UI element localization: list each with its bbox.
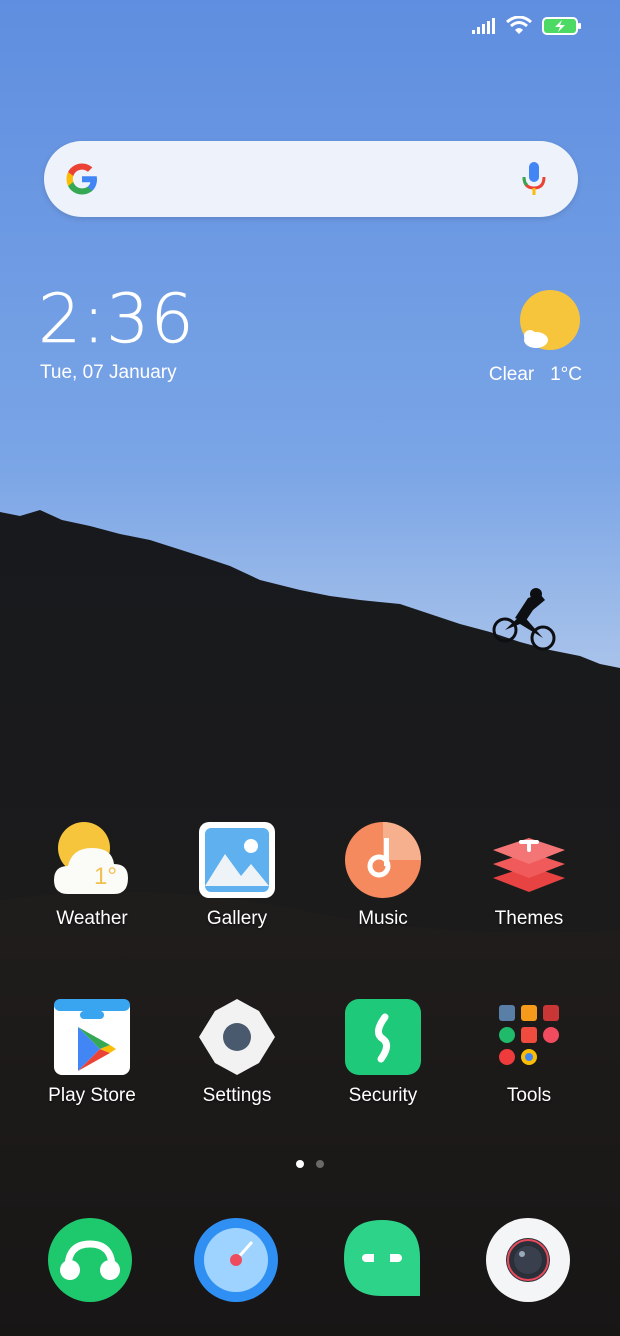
clock-time-text: 2:36: [38, 280, 195, 360]
app-gallery[interactable]: Gallery: [164, 820, 310, 930]
tools-folder-icon: [499, 1005, 559, 1065]
app-music[interactable]: Music: [310, 820, 456, 930]
page-indicator: [0, 1160, 620, 1168]
themes-app-icon: [493, 838, 565, 892]
google-search-bar[interactable]: [44, 141, 578, 217]
dock-messages[interactable]: [309, 1216, 455, 1304]
google-g-icon: [66, 163, 97, 195]
app-play-store[interactable]: Play Store: [19, 997, 165, 1107]
microphone-icon[interactable]: [520, 161, 548, 197]
app-tools-folder[interactable]: Tools: [456, 997, 602, 1107]
search-input[interactable]: [114, 159, 508, 201]
app-security[interactable]: Security: [310, 997, 456, 1107]
camera-icon: [486, 1218, 570, 1302]
weather-app-icon: 1°: [54, 822, 128, 894]
page-dot-active[interactable]: [296, 1160, 304, 1168]
wifi-icon: [506, 16, 532, 34]
weather-condition: Clear: [488, 364, 535, 385]
phone-icon: [48, 1218, 132, 1302]
app-label: Gallery: [206, 908, 268, 929]
browser-icon: [194, 1218, 278, 1302]
clock-date[interactable]: Tue, 07 January: [40, 362, 177, 384]
app-label: Security: [348, 1085, 418, 1106]
app-settings[interactable]: Settings: [164, 997, 310, 1107]
signal-icon: [472, 18, 495, 34]
dock-browser[interactable]: [163, 1216, 309, 1304]
app-label: Music: [358, 908, 408, 929]
dock-phone[interactable]: [17, 1216, 163, 1304]
app-themes[interactable]: Themes: [456, 820, 602, 930]
weather-temperature: 1°C: [550, 364, 582, 385]
security-app-icon: [345, 999, 421, 1075]
app-label: Play Store: [48, 1085, 136, 1106]
weather-widget[interactable]: Clear 1°C: [489, 290, 582, 386]
play-store-icon: [54, 999, 130, 1075]
page-dot[interactable]: [316, 1160, 324, 1168]
app-label: Themes: [494, 908, 564, 929]
weather-summary: Clear 1°C: [489, 364, 582, 386]
app-label: Tools: [506, 1085, 552, 1106]
status-bar: [472, 16, 582, 36]
battery-charging-icon: [542, 17, 581, 35]
settings-gear-icon: [199, 999, 275, 1075]
weather-app-temp: 1°: [94, 863, 117, 890]
dock-camera[interactable]: [455, 1216, 601, 1304]
music-app-icon: [345, 822, 421, 898]
app-label: Weather: [56, 908, 128, 929]
clock-time[interactable]: 2:36: [38, 280, 195, 360]
app-weather[interactable]: 1° Weather: [19, 820, 165, 930]
app-label: Settings: [202, 1085, 272, 1106]
sun-cloud-icon: [520, 290, 580, 350]
gallery-app-icon: [199, 822, 275, 898]
messages-icon: [344, 1220, 420, 1296]
